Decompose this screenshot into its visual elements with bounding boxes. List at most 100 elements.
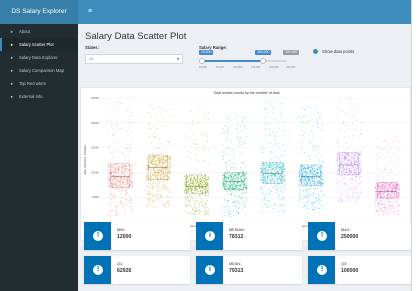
- data-point: [394, 195, 396, 197]
- data-point: [124, 172, 126, 174]
- data-point: [276, 209, 278, 211]
- data-point: [354, 180, 355, 181]
- data-point: [269, 143, 270, 144]
- data-point: [116, 164, 118, 166]
- data-point: [318, 198, 320, 200]
- data-point: [321, 200, 323, 202]
- data-point: [111, 163, 113, 165]
- data-point: [150, 188, 152, 189]
- data-point: [299, 184, 301, 186]
- states-select[interactable]: All ▾: [85, 54, 183, 64]
- data-point: [271, 174, 273, 176]
- data-point: [237, 115, 238, 117]
- data-point: [279, 178, 281, 180]
- data-point: [236, 187, 238, 188]
- data-point: [273, 112, 274, 114]
- data-point: [146, 205, 147, 207]
- data-point: [112, 197, 114, 199]
- data-point: [147, 159, 149, 161]
- sidebar-item-scatter[interactable]: ▸ Salary Scatter Plot: [0, 38, 78, 51]
- data-point: [126, 189, 127, 191]
- data-point: [238, 178, 240, 179]
- slider-min-handle[interactable]: [199, 58, 205, 64]
- data-point: [280, 155, 282, 156]
- data-point: [208, 212, 209, 214]
- data-point: [263, 194, 265, 196]
- data-point: [378, 187, 379, 189]
- data-point: [394, 192, 395, 194]
- data-point: [192, 181, 194, 183]
- data-point: [111, 164, 113, 166]
- data-point: [151, 184, 153, 185]
- data-point: [356, 159, 358, 161]
- data-point: [360, 193, 361, 194]
- data-point: [319, 200, 321, 202]
- data-point: [387, 189, 389, 191]
- data-point: [112, 178, 114, 180]
- data-point: [304, 171, 306, 173]
- sidebar-item-external[interactable]: ▸ External Info: [0, 90, 78, 103]
- data-point: [118, 189, 120, 191]
- salary-range-slider[interactable]: 15,000 250,000 300,000 15,000 60,000 100…: [199, 50, 300, 76]
- data-point: [125, 164, 127, 166]
- data-point: [186, 196, 188, 198]
- data-point: [312, 175, 314, 177]
- data-point: [322, 184, 323, 186]
- data-point: [149, 105, 150, 107]
- data-point: [185, 175, 187, 176]
- data-point: [200, 198, 202, 200]
- data-point: [242, 170, 244, 172]
- sidebar-item-map[interactable]: ▸ Salary Comparison Map: [0, 64, 78, 77]
- data-point: [115, 167, 117, 169]
- data-point: [184, 190, 186, 192]
- data-point: [385, 187, 387, 189]
- data-point: [165, 171, 167, 173]
- sidebar-item-recruiters[interactable]: ▸ Top Recruiters: [0, 77, 78, 90]
- data-point: [353, 168, 355, 170]
- data-point: [345, 153, 347, 155]
- data-point: [349, 201, 350, 203]
- data-point: [194, 176, 195, 178]
- data-point: [302, 175, 304, 176]
- data-point: [282, 168, 283, 170]
- data-point: [341, 109, 343, 111]
- data-point: [163, 182, 165, 183]
- data-point: [355, 181, 357, 182]
- data-point: [276, 166, 277, 167]
- data-point: [380, 148, 382, 150]
- data-point: [307, 196, 309, 198]
- data-point: [359, 159, 361, 161]
- data-point: [158, 165, 159, 166]
- app-brand[interactable]: DS Salary Explorer: [0, 0, 78, 24]
- data-point: [270, 171, 271, 173]
- data-point: [158, 159, 159, 161]
- slider-max-handle[interactable]: [260, 58, 266, 64]
- states-label: States:: [85, 45, 99, 50]
- data-point: [311, 179, 313, 181]
- data-point: [338, 200, 340, 202]
- data-point: [267, 207, 269, 208]
- sidebar-item-about[interactable]: ▸ About: [0, 25, 78, 38]
- data-point: [206, 213, 208, 215]
- data-point: [119, 184, 120, 186]
- data-point: [275, 190, 277, 191]
- data-point: [310, 178, 312, 179]
- data-point: [278, 211, 280, 212]
- data-point: [246, 187, 248, 188]
- data-point: [382, 195, 384, 197]
- radio-icon[interactable]: [313, 49, 318, 55]
- data-point: [377, 204, 379, 206]
- data-point: [235, 185, 237, 187]
- data-point: [281, 197, 283, 198]
- data-point: [380, 193, 381, 194]
- data-point: [307, 167, 309, 168]
- data-point: [232, 162, 234, 164]
- data-point: [383, 184, 385, 186]
- show-points-toggle[interactable]: Show data points: [313, 49, 354, 55]
- sidebar-toggle-icon[interactable]: ≡: [84, 0, 96, 24]
- data-point: [225, 180, 226, 181]
- sidebar-item-explorer[interactable]: ▸ Salary Data Explorer: [0, 51, 78, 64]
- data-point: [302, 174, 303, 175]
- data-point: [309, 141, 310, 142]
- data-point: [278, 128, 280, 130]
